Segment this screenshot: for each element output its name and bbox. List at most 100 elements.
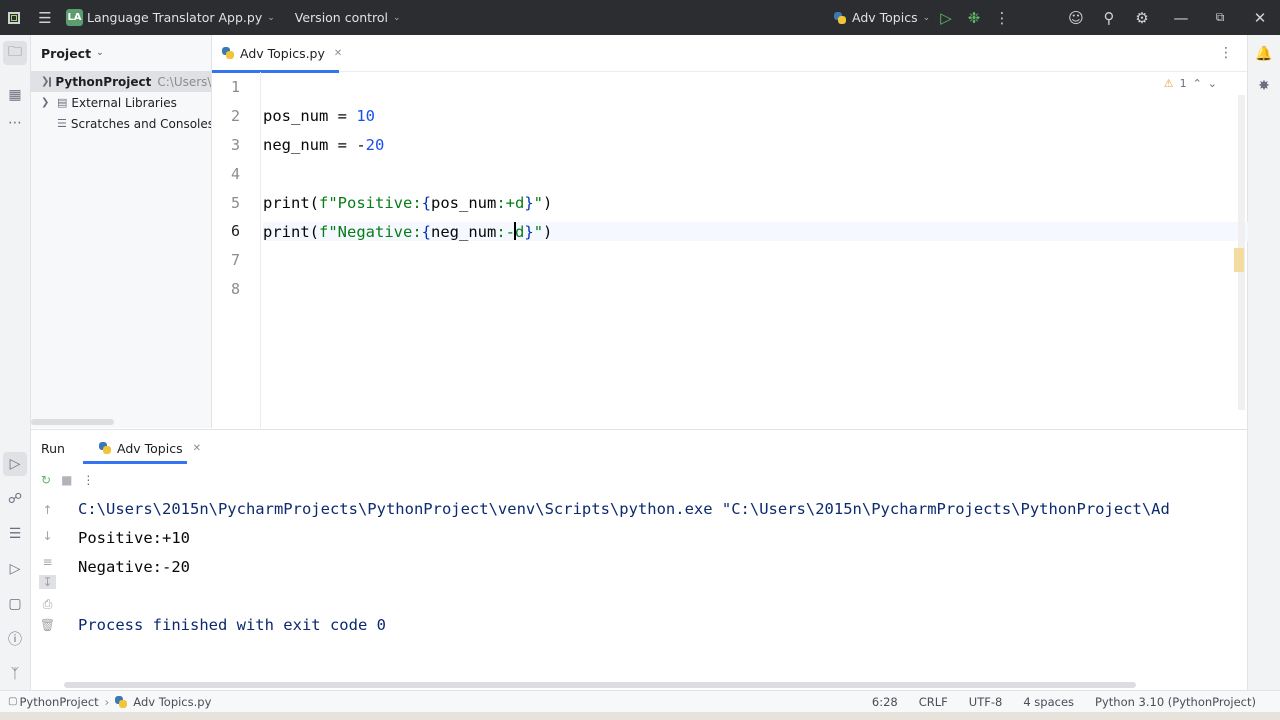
git-icon[interactable]: ᛉ — [3, 662, 27, 686]
project-pane: Project ⌄ ❯ PythonProject C:\Users\ ❯ ▤ … — [31, 35, 212, 428]
run-config-selector[interactable]: Adv Topics ⌄ — [834, 0, 930, 35]
run-pane-title: Run — [41, 440, 65, 456]
status-widgets: 6:28 CRLF UTF-8 4 spaces Python 3.10 (Py… — [872, 695, 1256, 709]
minimize-icon[interactable]: — — [1164, 0, 1198, 35]
more-icon[interactable]: ⋮ — [985, 0, 1019, 35]
close-icon[interactable]: ✕ — [1243, 0, 1277, 35]
right-tool-strip: 🔔 ✸ — [1247, 35, 1280, 690]
project-folder-icon[interactable]: 🗀 — [3, 41, 27, 65]
version-control-label: Version control — [294, 10, 389, 25]
window-bottom-edge — [0, 712, 1280, 720]
line-number: 6 — [230, 222, 240, 240]
library-icon: ▤ — [57, 96, 68, 109]
tree-item-scratches[interactable]: ☰ Scratches and Consoles — [31, 113, 211, 134]
more-icon[interactable]: ⋮ — [82, 473, 94, 487]
ai-assistant-icon[interactable]: ✸ — [1252, 74, 1276, 98]
run-pane-header: Run Adv Topics ✕ — [31, 430, 1247, 466]
scratches-icon: ☰ — [57, 117, 67, 130]
line-number: 5 — [230, 194, 240, 212]
notifications-icon[interactable]: 🔔 — [1252, 42, 1276, 66]
more-tools-icon[interactable]: ⋯ — [3, 111, 27, 135]
close-tab-icon[interactable]: ✕ — [334, 48, 342, 59]
chevron-right-icon[interactable]: ❯ — [41, 76, 49, 87]
run-pane: Run Adv Topics ✕ ↻ ■ ⋮ ↑ ↓ ≡ ↧ ⎙ 🗑 C:\Us… — [31, 429, 1247, 690]
run-tab-label[interactable]: Adv Topics — [117, 441, 183, 456]
file-encoding[interactable]: UTF-8 — [969, 695, 1003, 709]
tree-item-label: External Libraries — [71, 95, 177, 110]
chevron-down-icon: ⌄ — [393, 12, 401, 23]
caret-position[interactable]: 6:28 — [872, 695, 898, 709]
scroll-to-end-icon[interactable]: ↧ — [39, 575, 56, 589]
chevron-right-icon[interactable]: ❯ — [41, 97, 57, 108]
python-icon — [99, 442, 111, 454]
services-icon[interactable]: ▷ — [3, 557, 27, 581]
editor-scroll-marker[interactable] — [1234, 248, 1244, 272]
python-file-icon — [115, 695, 128, 708]
editor-tab[interactable]: Adv Topics.py ✕ — [212, 35, 352, 73]
close-run-tab-icon[interactable]: ✕ — [193, 443, 201, 454]
version-control-menu[interactable]: Version control ⌄ — [295, 0, 401, 35]
tree-item-external-libraries[interactable]: ❯ ▤ External Libraries — [31, 92, 211, 113]
project-pane-scrollbar[interactable] — [31, 419, 114, 425]
rerun-icon[interactable]: ↻ — [41, 473, 51, 487]
python-icon — [834, 11, 846, 24]
code-line[interactable]: print(f"Positive:{pos_num:+d}") — [263, 194, 552, 212]
menu-icon[interactable]: ☰ — [28, 0, 62, 35]
project-name: Language Translator App.py — [87, 10, 263, 25]
tree-item-pythonproject[interactable]: ❯ PythonProject C:\Users\ — [31, 71, 211, 92]
line-number: 7 — [230, 251, 240, 269]
run-config-label: Adv Topics — [852, 10, 918, 25]
line-number: 4 — [230, 165, 240, 183]
line-number: 8 — [230, 280, 240, 298]
print-icon[interactable]: ⎙ — [43, 597, 53, 612]
console-output[interactable]: ↑ ↓ ≡ ↧ ⎙ 🗑 C:\Users\2015n\PycharmProjec… — [31, 495, 1247, 690]
structure-icon[interactable]: ▦ — [3, 83, 27, 107]
console-scrollbar[interactable] — [64, 682, 1136, 688]
line-number: 2 — [230, 107, 240, 125]
layers-icon[interactable]: ☰ — [3, 522, 27, 546]
python-packages-icon[interactable]: ☍ — [3, 487, 27, 511]
console-line: Process finished with exit code 0 — [78, 616, 386, 634]
terminal-icon[interactable]: ▢ — [3, 592, 27, 616]
search-icon[interactable]: ⚲ — [1092, 0, 1126, 35]
chevron-down-icon: ⌄ — [96, 48, 104, 58]
console-side-tools: ↑ ↓ ≡ ↧ ⎙ 🗑 — [31, 495, 64, 690]
code-line[interactable]: pos_num = 10 — [263, 107, 375, 125]
run-tool-icon[interactable]: ▷ — [3, 452, 27, 476]
breadcrumb-separator-icon: › — [104, 694, 110, 709]
clear-all-icon[interactable]: 🗑 — [40, 618, 55, 632]
tree-item-label: Scratches and Consoles — [70, 116, 211, 131]
code-area[interactable]: pos_num = 10 neg_num = -20 print(f"Posit… — [263, 72, 1248, 428]
arrow-down-icon[interactable]: ↓ — [42, 529, 52, 543]
run-toolbar: ↻ ■ ⋮ — [31, 466, 1247, 494]
code-line-current[interactable]: print(f"Negative:{neg_num:-d}") — [263, 222, 1248, 241]
editor: Adv Topics.py ✕ ⋮ ⚠ 1 ⌃ ⌄ 1 2 3 4 5 6 7 … — [212, 35, 1248, 428]
tree-item-label: PythonProject — [55, 74, 152, 89]
arrow-up-icon[interactable]: ↑ — [42, 503, 52, 517]
project-badge: LA — [66, 9, 83, 26]
title-bar: ☰ LA Language Translator App.py ⌄ Versio… — [0, 0, 1280, 35]
indent-setting[interactable]: 4 spaces — [1023, 695, 1074, 709]
project-pane-header[interactable]: Project ⌄ — [31, 35, 211, 71]
folder-icon — [49, 76, 52, 87]
add-user-icon[interactable]: ☺ — [1059, 0, 1093, 35]
tab-options-icon[interactable]: ⋮ — [1219, 45, 1233, 61]
problems-icon[interactable]: ⓘ — [3, 627, 27, 651]
line-separator[interactable]: CRLF — [919, 695, 948, 709]
breadcrumb-project[interactable]: PythonProject — [19, 695, 98, 709]
editor-tab-bar: Adv Topics.py ✕ ⋮ — [212, 35, 1247, 73]
stop-icon[interactable]: ■ — [61, 473, 72, 487]
breadcrumb-file[interactable]: Adv Topics.py — [133, 695, 211, 709]
line-number-gutter: 1 2 3 4 5 6 7 8 — [212, 72, 261, 428]
left-tool-strip: 🗀 ▦ ⋯ ▷ ☍ ☰ ▷ ▢ ⓘ ᛉ — [0, 35, 31, 690]
soft-wrap-icon[interactable]: ≡ — [42, 555, 52, 569]
code-line[interactable]: neg_num = -20 — [263, 136, 384, 154]
restore-icon[interactable]: ⧉ — [1203, 0, 1237, 35]
pycharm-logo-icon[interactable] — [0, 0, 28, 35]
console-line: Negative:-20 — [78, 558, 190, 576]
line-number: 3 — [230, 136, 240, 154]
chevron-down-icon: ⌄ — [267, 12, 275, 23]
settings-icon[interactable]: ⚙ — [1125, 0, 1159, 35]
python-interpreter[interactable]: Python 3.10 (PythonProject) — [1095, 695, 1256, 709]
project-selector[interactable]: LA Language Translator App.py ⌄ — [66, 0, 275, 35]
